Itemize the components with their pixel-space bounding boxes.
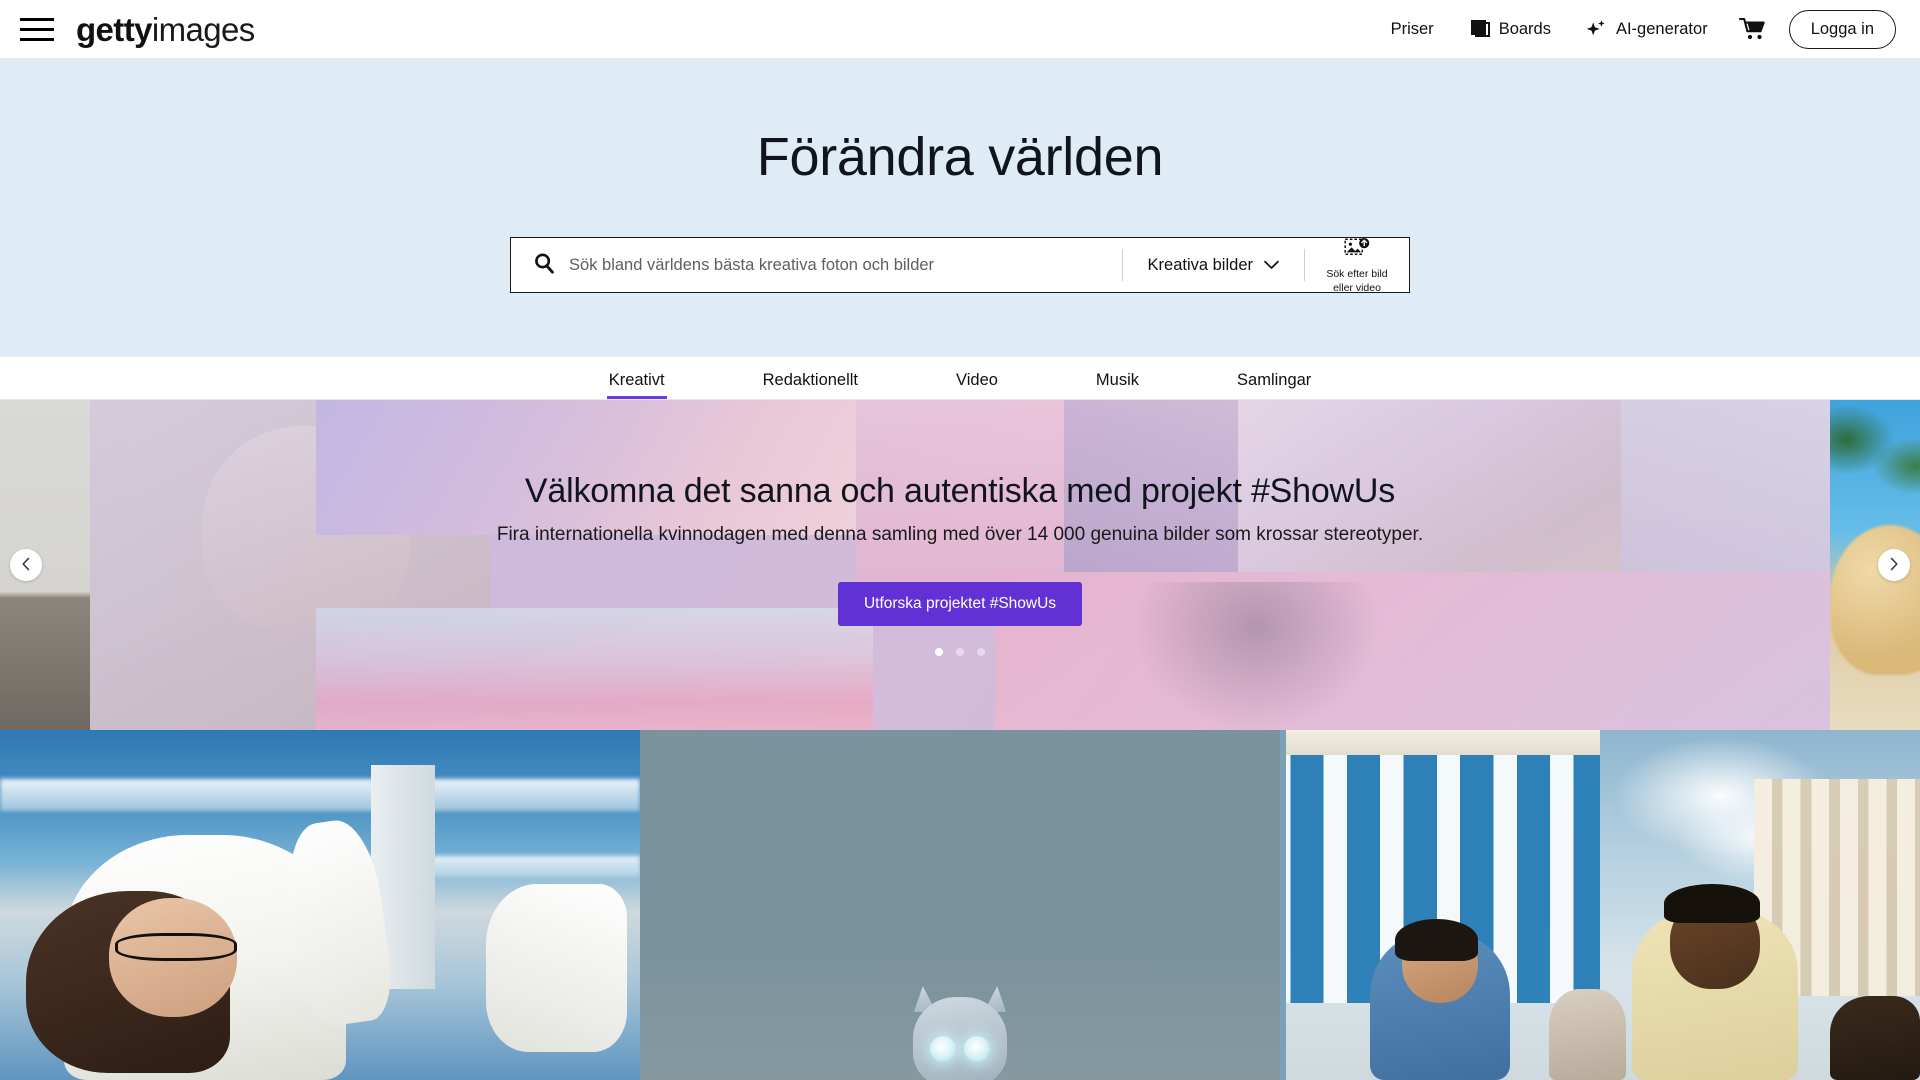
chevron-right-icon bbox=[1888, 557, 1900, 574]
page-title: Förändra världen bbox=[756, 127, 1164, 187]
robot-character-photo[interactable] bbox=[640, 730, 1280, 1080]
carousel-dot-1[interactable] bbox=[935, 648, 943, 657]
person-hair bbox=[1395, 919, 1479, 961]
search-type-dropdown[interactable]: Kreativa bilder bbox=[1123, 238, 1304, 292]
tab-video[interactable]: Video bbox=[956, 371, 998, 399]
header-navigation: Priser Boards AI-generator Logga in bbox=[1374, 9, 1896, 49]
chevron-left-icon bbox=[20, 557, 32, 574]
cart-icon[interactable] bbox=[1738, 17, 1767, 41]
carousel-dots bbox=[935, 648, 985, 657]
boards-icon bbox=[1470, 20, 1490, 38]
visual-search-button[interactable]: Sök efter bild eller video bbox=[1305, 237, 1409, 294]
carousel-dot-2[interactable] bbox=[956, 648, 964, 657]
nav-item-pricing[interactable]: Priser bbox=[1374, 12, 1454, 46]
nav-item-label: Boards bbox=[1498, 19, 1551, 38]
visual-search-label-line1: Sök efter bild bbox=[1326, 267, 1388, 280]
tab-musik[interactable]: Musik bbox=[1096, 371, 1139, 399]
nav-item-ai-generator[interactable]: AI-generator bbox=[1568, 12, 1725, 46]
search-input[interactable] bbox=[569, 255, 1122, 275]
search-bar: Kreativa bilder Sök efter bild eller vid… bbox=[510, 237, 1410, 294]
hamburger-line bbox=[20, 17, 54, 21]
category-tabs: Kreativt Redaktionellt Video Musik Samli… bbox=[0, 357, 1920, 400]
slide-title: Välkomna det sanna och autentiska med pr… bbox=[524, 472, 1396, 510]
glasses bbox=[115, 933, 237, 961]
boards-icon-front bbox=[1470, 20, 1486, 35]
person-background bbox=[1548, 989, 1626, 1080]
carousel-previous-button[interactable] bbox=[10, 549, 42, 581]
person-curly-hair bbox=[1830, 996, 1920, 1080]
image-upload-icon bbox=[1344, 237, 1370, 266]
karate-girl-photo[interactable] bbox=[0, 730, 640, 1080]
search-type-label: Kreativa bilder bbox=[1147, 255, 1253, 274]
slide-cta-button[interactable]: Utforska projektet #ShowUs bbox=[837, 582, 1083, 627]
chevron-down-icon bbox=[1264, 256, 1279, 275]
getty-images-logo[interactable]: gettyimages bbox=[76, 13, 255, 46]
tab-kreativt[interactable]: Kreativt bbox=[606, 371, 667, 399]
tab-samlingar[interactable]: Samlingar bbox=[1237, 371, 1311, 399]
featured-image-grid bbox=[0, 730, 1920, 1080]
hamburger-line bbox=[20, 27, 54, 31]
sparkle-icon bbox=[1585, 18, 1607, 40]
person-hair bbox=[1664, 884, 1760, 923]
visual-search-label-line2: eller video bbox=[1333, 281, 1381, 294]
gym-light-strip bbox=[0, 779, 640, 811]
hamburger-line bbox=[20, 37, 54, 41]
carousel-dot-3[interactable] bbox=[977, 648, 985, 657]
robot-head bbox=[913, 997, 1007, 1080]
search-field[interactable] bbox=[511, 238, 1122, 292]
nav-item-label: Priser bbox=[1390, 19, 1434, 38]
logo-getty: getty bbox=[76, 10, 152, 48]
tab-redaktionellt[interactable]: Redaktionellt bbox=[763, 371, 858, 399]
hamburger-menu-icon[interactable] bbox=[20, 14, 54, 44]
search-icon bbox=[533, 252, 555, 279]
panel-left-edge bbox=[1280, 730, 1286, 1080]
robot-eye-left bbox=[930, 1036, 956, 1062]
site-header: gettyimages Priser Boards AI-generator L… bbox=[0, 0, 1920, 58]
opponent-arm bbox=[486, 884, 628, 1052]
street-friends-photo[interactable] bbox=[1280, 730, 1920, 1080]
slide-content: Välkomna det sanna och autentiska med pr… bbox=[90, 400, 1830, 730]
robot-eye-right bbox=[964, 1036, 990, 1062]
sign-in-button[interactable]: Logga in bbox=[1788, 9, 1896, 49]
nav-item-boards[interactable]: Boards bbox=[1454, 12, 1568, 46]
hero-section: Förändra världen Kreativa bilder bbox=[0, 58, 1920, 357]
logo-images: images bbox=[151, 10, 255, 48]
carousel-active-slide: Välkomna det sanna och autentiska med pr… bbox=[90, 400, 1830, 730]
nav-item-label: AI-generator bbox=[1615, 19, 1708, 38]
hero-carousel: Välkomna det sanna och autentiska med pr… bbox=[0, 400, 1920, 730]
carousel-next-button[interactable] bbox=[1878, 549, 1910, 581]
slide-subtitle: Fira internationella kvinnodagen med den… bbox=[496, 524, 1424, 546]
